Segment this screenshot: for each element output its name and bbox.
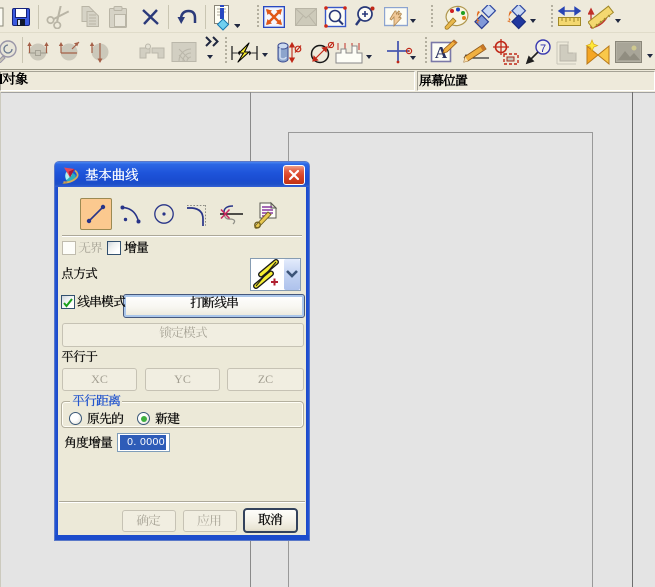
svg-text:7: 7 <box>540 43 546 55</box>
